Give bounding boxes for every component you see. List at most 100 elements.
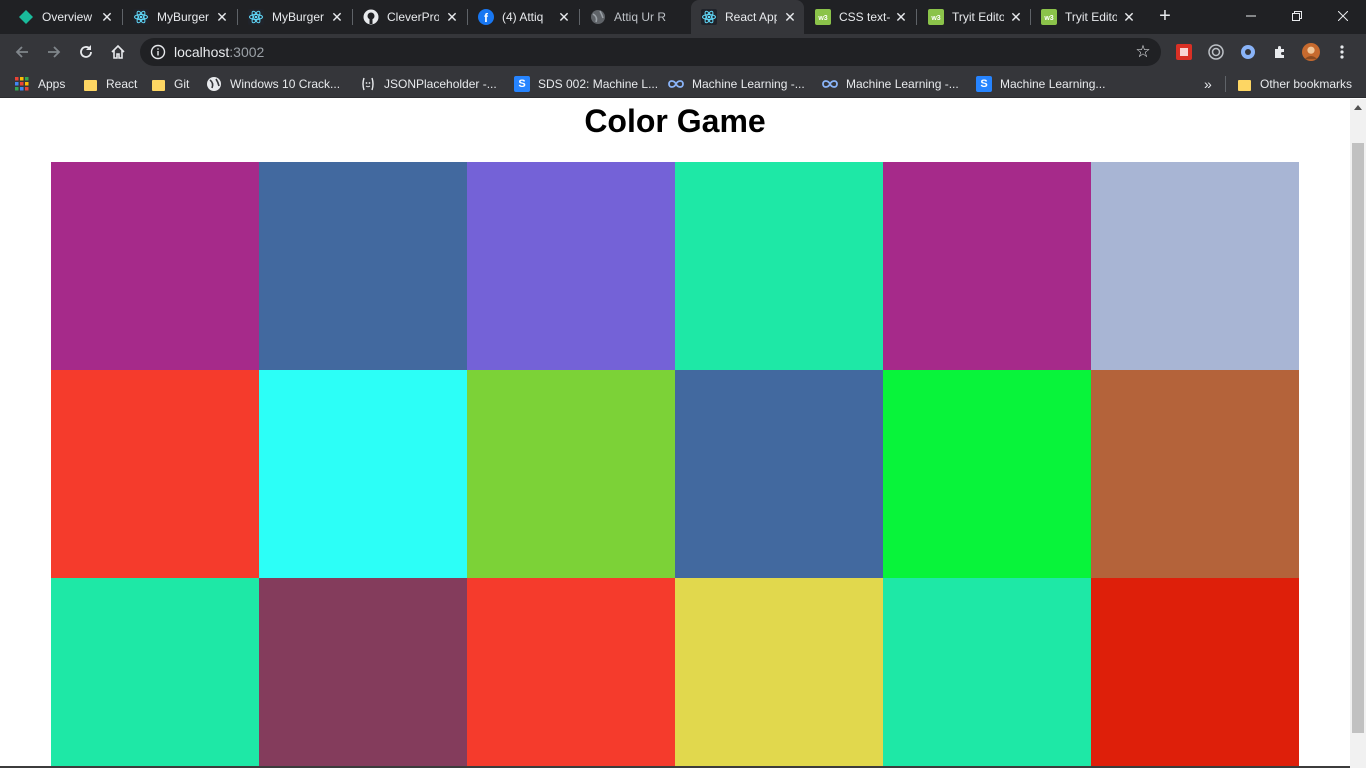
color-square[interactable] — [883, 370, 1091, 578]
bookmark-label: SDS 002: Machine L... — [538, 77, 659, 91]
tab-title: React App — [725, 10, 777, 24]
bookmark-machine-learning-1[interactable]: Machine Learning -... — [668, 76, 805, 92]
color-square[interactable] — [259, 162, 467, 370]
color-square[interactable] — [51, 370, 259, 578]
color-square[interactable] — [675, 578, 883, 768]
restore-button[interactable] — [1274, 0, 1320, 32]
infinity-icon — [668, 76, 684, 92]
tab-title: Tryit Edito — [1065, 10, 1117, 24]
tab-tryit-1[interactable]: w3 Tryit Edito ✕ — [918, 0, 1030, 34]
color-square[interactable] — [259, 578, 467, 768]
back-button[interactable] — [10, 40, 34, 64]
color-square[interactable] — [51, 162, 259, 370]
browser-toolbar: localhost:3002 ☆ — [0, 34, 1366, 70]
bookmark-label: Machine Learning... — [1000, 77, 1106, 91]
avatar[interactable] — [1302, 43, 1320, 61]
tab-css-text[interactable]: w3 CSS text- ✕ — [805, 0, 915, 34]
tab-title: Overview — [42, 10, 93, 24]
w3schools-icon: w3 — [928, 9, 944, 25]
bookmark-label: React — [106, 77, 138, 91]
scrollbar-thumb[interactable] — [1352, 143, 1364, 733]
bookmark-star-icon[interactable]: ☆ — [1133, 42, 1153, 62]
color-square[interactable] — [467, 162, 675, 370]
bookmark-label: Machine Learning -... — [846, 77, 959, 91]
tab-overview[interactable]: Overview ✕ — [8, 0, 121, 34]
color-square[interactable] — [51, 578, 259, 768]
tab-cleverpro[interactable]: CleverPro ✕ — [353, 0, 466, 34]
folder-icon — [150, 76, 166, 92]
color-square[interactable] — [467, 370, 675, 578]
close-icon[interactable]: ✕ — [444, 9, 460, 25]
tab-myburger-2[interactable]: MyBurger ✕ — [238, 0, 351, 34]
address-bar[interactable]: localhost:3002 ☆ — [140, 38, 1161, 66]
svg-text:w3: w3 — [930, 15, 940, 22]
placeholder-face-icon — [360, 76, 376, 92]
close-icon[interactable]: ✕ — [782, 9, 798, 25]
tab-title: Tryit Edito — [952, 10, 1004, 24]
close-icon[interactable]: ✕ — [99, 9, 115, 25]
color-square[interactable] — [675, 370, 883, 578]
bookmark-sds-002[interactable]: S SDS 002: Machine L... — [514, 76, 658, 92]
tab-facebook[interactable]: f (4) Attiq ✕ — [468, 0, 578, 34]
bookmark-other[interactable]: Other bookmarks — [1236, 76, 1352, 92]
color-square[interactable] — [1091, 370, 1299, 578]
menu-kebab-icon[interactable] — [1333, 43, 1351, 61]
close-icon[interactable]: ✕ — [329, 9, 345, 25]
close-icon[interactable]: ✕ — [893, 9, 909, 25]
tab-title: MyBurger — [157, 10, 209, 24]
bookmark-label: JSONPlaceholder -... — [384, 77, 497, 91]
color-square[interactable] — [467, 578, 675, 768]
tab-tryit-2[interactable]: w3 Tryit Edito ✕ — [1031, 0, 1143, 34]
minimize-button[interactable] — [1228, 0, 1274, 32]
close-icon[interactable]: ✕ — [1008, 9, 1024, 25]
apps-grid-icon — [14, 76, 30, 92]
close-window-button[interactable] — [1320, 0, 1366, 32]
new-tab-button[interactable]: + — [1153, 5, 1177, 29]
bookmark-label: Machine Learning -... — [692, 77, 805, 91]
scroll-up-arrow-icon[interactable] — [1350, 99, 1366, 116]
bookmark-machine-learning-2[interactable]: Machine Learning -... — [822, 76, 959, 92]
page-viewport: Color Game — [0, 99, 1366, 768]
info-icon[interactable] — [150, 44, 166, 60]
tab-react-app[interactable]: React App ✕ — [691, 0, 804, 34]
reload-button[interactable] — [74, 40, 98, 64]
folder-icon — [1236, 76, 1252, 92]
browser-window: Overview ✕ MyBurger ✕ MyBurger ✕ CleverP… — [0, 0, 1366, 768]
extension-target-icon[interactable] — [1207, 43, 1225, 61]
color-square[interactable] — [1091, 578, 1299, 768]
url-text[interactable]: localhost:3002 — [174, 45, 264, 59]
globe-icon — [206, 76, 222, 92]
color-square[interactable] — [259, 370, 467, 578]
tab-myburger-1[interactable]: MyBurger ✕ — [123, 0, 236, 34]
folder-icon — [82, 76, 98, 92]
home-button[interactable] — [106, 40, 130, 64]
bookmark-apps[interactable]: Apps — [14, 76, 65, 92]
close-icon[interactable]: ✕ — [214, 9, 230, 25]
color-square[interactable] — [883, 162, 1091, 370]
restore-icon — [1292, 11, 1302, 21]
s-badge-icon: S — [514, 76, 530, 92]
bookmark-label: Apps — [38, 77, 66, 91]
bookmark-jsonplaceholder[interactable]: JSONPlaceholder -... — [360, 76, 497, 92]
close-icon[interactable]: ✕ — [1121, 9, 1137, 25]
close-icon[interactable]: ✕ — [556, 9, 572, 25]
tab-title: CSS text- — [839, 10, 891, 24]
bookmark-git[interactable]: Git — [150, 76, 189, 92]
tab-divider — [916, 9, 917, 25]
tab-strip: Overview ✕ MyBurger ✕ MyBurger ✕ CleverP… — [0, 0, 1366, 34]
extension-red-icon[interactable] — [1175, 43, 1193, 61]
bookmarks-overflow-button[interactable]: » — [1204, 76, 1212, 92]
extension-blue-circle-icon[interactable] — [1239, 43, 1257, 61]
color-square[interactable] — [883, 578, 1091, 768]
color-square[interactable] — [675, 162, 883, 370]
color-square[interactable] — [1091, 162, 1299, 370]
forward-button[interactable] — [42, 40, 66, 64]
vertical-scrollbar[interactable] — [1350, 99, 1366, 768]
puzzle-icon[interactable] — [1271, 43, 1289, 61]
tab-attiq[interactable]: Attiq Ur R — [580, 0, 690, 34]
bookmark-windows-crack[interactable]: Windows 10 Crack... — [206, 76, 340, 92]
bookmark-label: Windows 10 Crack... — [230, 77, 341, 91]
tab-title: MyBurger — [272, 10, 324, 24]
bookmark-machine-learning-3[interactable]: S Machine Learning... — [976, 76, 1105, 92]
bookmark-react[interactable]: React — [82, 76, 137, 92]
